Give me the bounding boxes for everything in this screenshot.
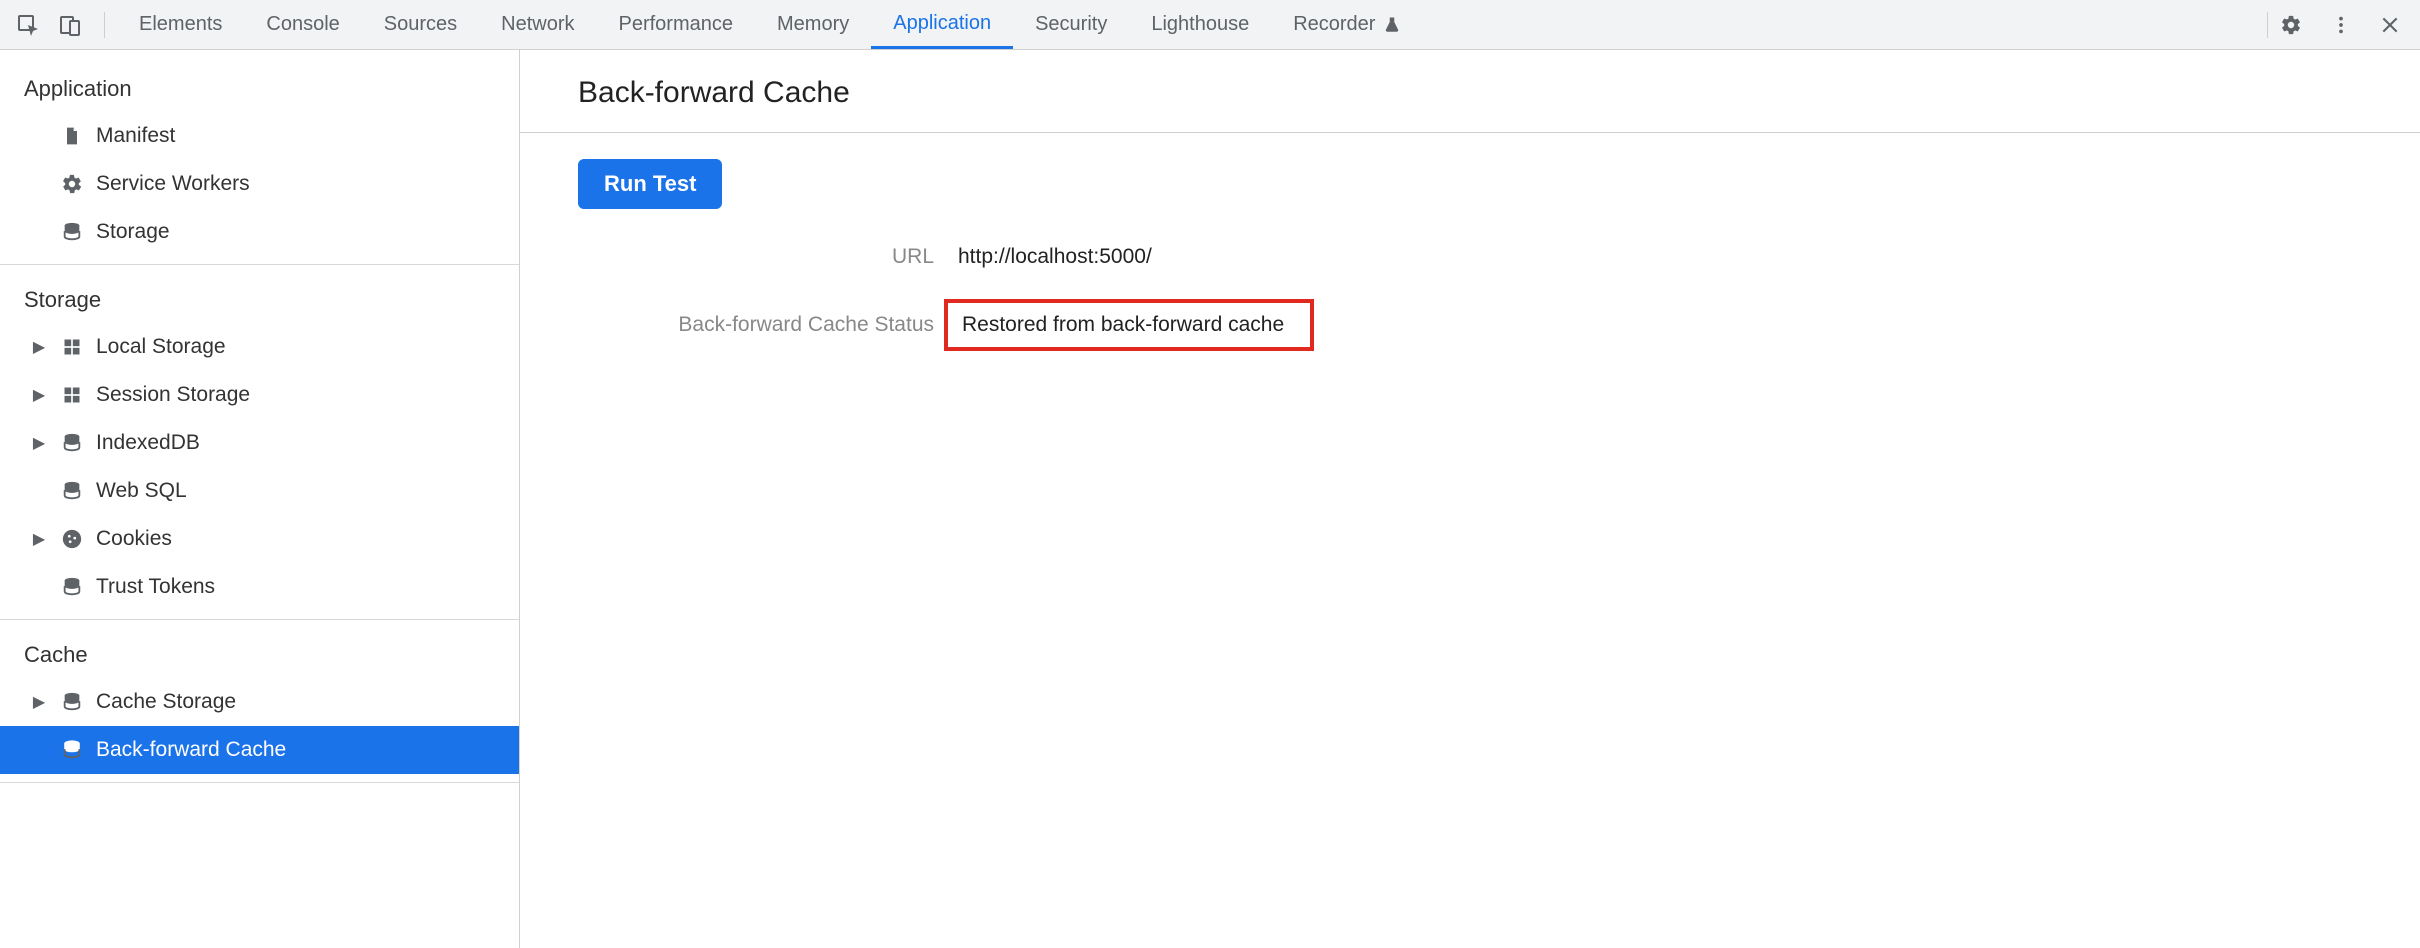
divider <box>104 12 105 38</box>
expand-arrow-icon[interactable]: ▶ <box>30 529 48 549</box>
flask-icon <box>1383 16 1401 34</box>
sidebar-item-label: Local Storage <box>96 335 226 359</box>
more-vert-icon[interactable] <box>2330 14 2352 36</box>
sidebar-item-trust-tokens[interactable]: ▶Trust Tokens <box>0 563 519 611</box>
sidebar-item-cache-storage[interactable]: ▶ Cache Storage <box>0 678 519 726</box>
info-label: URL <box>578 245 958 269</box>
group-separator <box>0 782 519 783</box>
sidebar-item-indexeddb[interactable]: ▶ IndexedDB <box>0 419 519 467</box>
grid-icon <box>58 337 86 357</box>
tab-performance[interactable]: Performance <box>597 0 756 49</box>
tab-label: Elements <box>139 13 222 36</box>
expand-arrow-icon[interactable]: ▶ <box>30 433 48 453</box>
sidebar-item-label: Session Storage <box>96 383 250 407</box>
inspect-element-icon[interactable] <box>16 13 40 37</box>
application-sidebar: Application▶Manifest▶Service Workers▶Sto… <box>0 50 520 948</box>
tab-label: Lighthouse <box>1151 13 1249 36</box>
sidebar-item-label: Manifest <box>96 124 175 148</box>
sidebar-item-label: Cache Storage <box>96 690 236 714</box>
sidebar-group-title: Storage <box>0 273 519 323</box>
gear-icon <box>58 173 86 195</box>
device-toolbar-icon[interactable] <box>58 13 82 37</box>
tab-network[interactable]: Network <box>479 0 596 49</box>
tab-memory[interactable]: Memory <box>755 0 871 49</box>
tab-label: Security <box>1035 13 1107 36</box>
bfcache-status-value: Restored from back-forward cache <box>944 299 1314 351</box>
panel-title: Back-forward Cache <box>520 50 2420 133</box>
sidebar-item-service-workers[interactable]: ▶Service Workers <box>0 160 519 208</box>
sidebar-item-label: Storage <box>96 220 170 244</box>
tab-label: Memory <box>777 13 849 36</box>
sidebar-item-session-storage[interactable]: ▶ Session Storage <box>0 371 519 419</box>
info-row: Back-forward Cache StatusRestored from b… <box>578 299 2420 351</box>
tab-label: Application <box>893 12 991 35</box>
tab-label: Performance <box>619 13 734 36</box>
tab-elements[interactable]: Elements <box>117 0 244 49</box>
sidebar-item-label: Trust Tokens <box>96 575 215 599</box>
db-icon <box>58 691 86 713</box>
db-icon <box>58 221 86 243</box>
tab-label: Console <box>266 13 339 36</box>
tab-sources[interactable]: Sources <box>362 0 479 49</box>
sidebar-item-manifest[interactable]: ▶Manifest <box>0 112 519 160</box>
devtools-tabbar: Elements Console Sources Network Performance… <box>0 0 2420 50</box>
db-icon <box>58 739 86 761</box>
sidebar-item-label: IndexedDB <box>96 431 200 455</box>
cookie-icon <box>58 528 86 550</box>
info-label: Back-forward Cache Status <box>578 313 958 337</box>
file-icon <box>58 125 86 147</box>
sidebar-item-back-forward-cache[interactable]: ▶Back-forward Cache <box>0 726 519 774</box>
sidebar-item-web-sql[interactable]: ▶Web SQL <box>0 467 519 515</box>
expand-arrow-icon[interactable]: ▶ <box>30 337 48 357</box>
expand-arrow-icon[interactable]: ▶ <box>30 385 48 405</box>
sidebar-item-cookies[interactable]: ▶ Cookies <box>0 515 519 563</box>
run-test-button[interactable]: Run Test <box>578 159 722 209</box>
tab-application[interactable]: Application <box>871 0 1013 49</box>
db-icon <box>58 576 86 598</box>
info-row: URLhttp://localhost:5000/ <box>578 245 2420 269</box>
db-icon <box>58 480 86 502</box>
tab-recorder[interactable]: Recorder <box>1271 0 1423 49</box>
group-separator <box>0 619 519 620</box>
close-icon[interactable] <box>2380 15 2400 35</box>
sidebar-item-label: Back-forward Cache <box>96 738 286 762</box>
tab-console[interactable]: Console <box>244 0 361 49</box>
tab-security[interactable]: Security <box>1013 0 1129 49</box>
tab-lighthouse[interactable]: Lighthouse <box>1129 0 1271 49</box>
info-value: http://localhost:5000/ <box>958 245 1152 269</box>
settings-gear-icon[interactable] <box>2280 14 2302 36</box>
group-separator <box>0 264 519 265</box>
content-panel: Back-forward Cache Run Test URLhttp://lo… <box>520 50 2420 948</box>
sidebar-group-title: Application <box>0 62 519 112</box>
sidebar-item-label: Service Workers <box>96 172 250 196</box>
sidebar-item-local-storage[interactable]: ▶ Local Storage <box>0 323 519 371</box>
tab-label: Network <box>501 13 574 36</box>
sidebar-item-label: Web SQL <box>96 479 187 503</box>
sidebar-item-label: Cookies <box>96 527 172 551</box>
db-icon <box>58 432 86 454</box>
sidebar-item-storage[interactable]: ▶Storage <box>0 208 519 256</box>
divider <box>2267 12 2268 38</box>
grid-icon <box>58 385 86 405</box>
expand-arrow-icon[interactable]: ▶ <box>30 692 48 712</box>
sidebar-group-title: Cache <box>0 628 519 678</box>
tab-label: Sources <box>384 13 457 36</box>
tab-label: Recorder <box>1293 13 1375 36</box>
